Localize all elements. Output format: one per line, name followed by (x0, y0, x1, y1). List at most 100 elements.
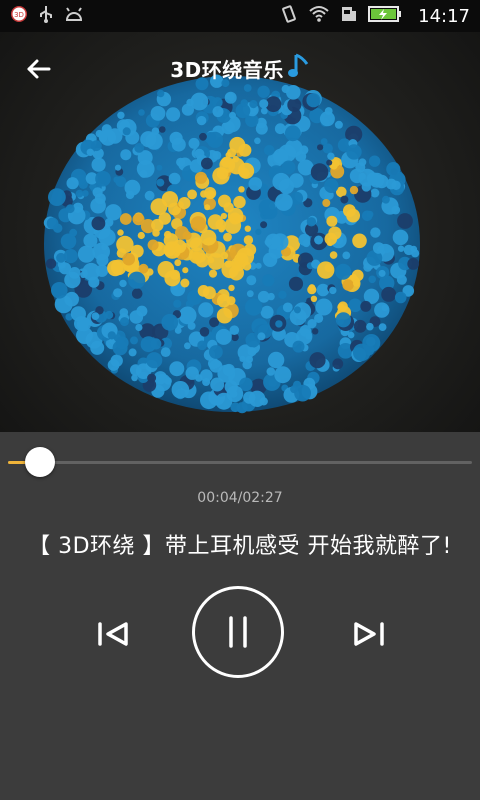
art-dot (215, 328, 232, 345)
art-dot (115, 176, 127, 188)
progress-slider[interactable] (8, 442, 472, 482)
skip-next-icon (354, 622, 384, 646)
art-dot (169, 361, 185, 377)
art-dot (70, 306, 86, 322)
art-dot (228, 284, 235, 292)
progress-thumb[interactable] (25, 447, 56, 477)
art-dot (243, 235, 254, 245)
wifi-icon (308, 5, 330, 27)
art-dot (159, 126, 166, 133)
art-dot (397, 245, 405, 252)
art-dot (91, 312, 100, 320)
art-dot (212, 106, 224, 118)
art-dot (116, 235, 134, 254)
art-dot (342, 279, 354, 291)
art-dot (204, 187, 217, 200)
art-dot (257, 332, 266, 341)
art-dot (120, 149, 132, 161)
art-dot (188, 137, 200, 149)
art-dot (199, 132, 207, 141)
art-dot (391, 205, 401, 215)
art-dot (322, 143, 333, 154)
art-dot (317, 261, 335, 279)
art-dot (289, 173, 304, 188)
art-dot (223, 232, 232, 242)
art-dot (187, 189, 198, 200)
art-dot (198, 302, 214, 318)
art-dot (360, 300, 372, 312)
art-dot (206, 131, 224, 148)
back-arrow-icon (27, 59, 51, 79)
play-pause-button[interactable] (192, 586, 284, 678)
art-dot (98, 228, 116, 246)
art-dot (352, 233, 367, 249)
art-dot (66, 177, 79, 190)
art-dot (262, 274, 275, 287)
art-dot (353, 319, 367, 333)
art-dot (117, 229, 124, 236)
art-dot (216, 167, 229, 180)
art-dot (128, 348, 137, 357)
art-dot (264, 145, 275, 156)
art-dot (96, 253, 109, 267)
art-dot (293, 306, 301, 314)
art-dot (124, 179, 141, 196)
vibrate-icon (280, 4, 298, 28)
art-dot (190, 216, 207, 232)
art-dot (327, 152, 335, 160)
art-dot (131, 374, 139, 382)
art-dot (410, 245, 418, 253)
art-dot (136, 305, 148, 317)
art-dot (197, 285, 210, 297)
art-dot (161, 313, 179, 331)
art-dot (368, 155, 381, 167)
art-dot (200, 391, 218, 410)
art-dot (386, 162, 401, 177)
3d-app-icon: 3D (10, 5, 28, 27)
art-dot (347, 331, 355, 339)
art-dot (366, 210, 374, 219)
art-dot (107, 260, 124, 277)
art-dot (266, 367, 276, 376)
art-dot (63, 249, 78, 264)
art-dot (166, 107, 181, 122)
art-dot (381, 286, 397, 302)
previous-button[interactable] (92, 612, 136, 656)
art-dot (374, 302, 390, 318)
art-dot (370, 227, 381, 238)
art-dot (156, 164, 163, 171)
art-dot (130, 336, 138, 345)
art-dot (236, 402, 248, 414)
art-dot (48, 188, 66, 207)
art-dot (119, 279, 127, 288)
art-dot (308, 284, 316, 291)
art-dot (163, 244, 176, 257)
art-dot (178, 197, 191, 210)
art-dot (187, 321, 196, 330)
next-button[interactable] (346, 612, 390, 656)
art-dot (370, 188, 380, 198)
art-dot (378, 269, 386, 277)
art-dot (178, 306, 197, 325)
art-dot (107, 359, 120, 371)
page-title: 3D环绕音乐 (170, 52, 310, 85)
art-dot (255, 262, 262, 269)
art-dot (216, 294, 231, 308)
art-dot (229, 111, 236, 119)
art-dot (164, 377, 172, 385)
back-button[interactable] (20, 50, 58, 88)
art-dot (107, 331, 116, 340)
playback-controls (0, 584, 480, 684)
music-note-icon (287, 52, 310, 85)
art-dot (305, 333, 312, 340)
art-dot (314, 235, 324, 245)
art-dot (382, 195, 390, 204)
art-dot (352, 279, 360, 287)
art-dot (147, 239, 159, 251)
art-dot (196, 115, 207, 126)
art-dot (56, 252, 66, 263)
art-dot (281, 160, 296, 175)
art-dot (275, 193, 293, 211)
art-dot (343, 204, 356, 218)
art-dot (352, 343, 371, 362)
